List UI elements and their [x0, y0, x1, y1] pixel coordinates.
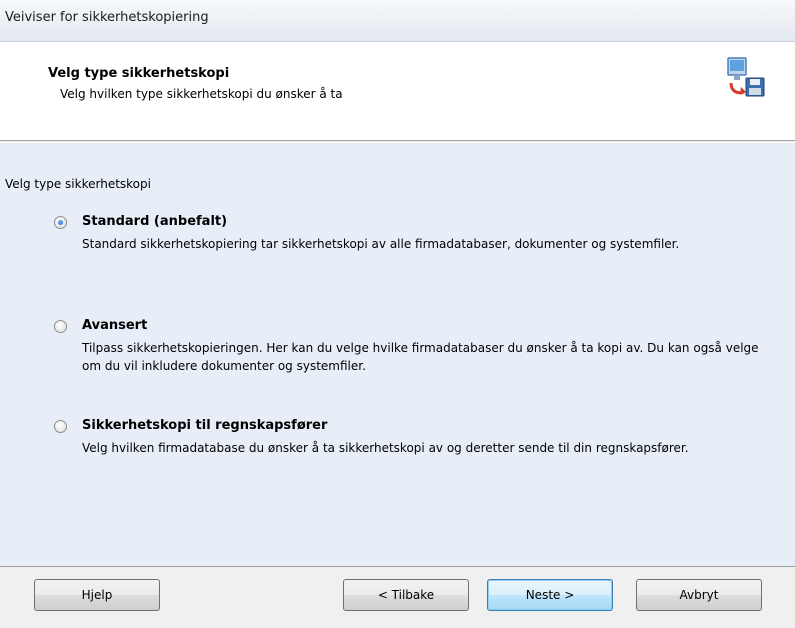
option-regnskapsforer-label[interactable]: Sikkerhetskopi til regnskapsfører: [82, 418, 327, 433]
page-subtitle: Velg hvilken type sikkerhetskopi du ønsk…: [60, 87, 343, 101]
next-button[interactable]: Neste >: [487, 579, 613, 611]
option-standard-label[interactable]: Standard (anbefalt): [82, 214, 227, 229]
option-regnskapsforer-description: Velg hvilken firmadatabase du ønsker å t…: [82, 441, 689, 455]
backup-wizard-window: Veiviser for sikkerhetskopiering Velg ty…: [0, 0, 795, 628]
title-bar: Veiviser for sikkerhetskopiering: [0, 0, 795, 42]
window-title: Veiviser for sikkerhetskopiering: [5, 10, 209, 25]
wizard-footer: Hjelp < Tilbake Neste > Avbryt: [0, 567, 795, 628]
wizard-body: Velg type sikkerhetskopi Standard (anbef…: [0, 142, 795, 567]
option-standard-description: Standard sikkerhetskopiering tar sikkerh…: [82, 237, 680, 251]
backup-wizard-icon: [727, 57, 765, 97]
radio-standard[interactable]: [54, 216, 67, 229]
option-avansert-description: Tilpass sikkerhetskopieringen. Her kan d…: [82, 341, 759, 373]
group-label: Velg type sikkerhetskopi: [5, 177, 151, 191]
help-button[interactable]: Hjelp: [34, 579, 160, 611]
cancel-button[interactable]: Avbryt: [636, 579, 762, 611]
radio-avansert[interactable]: [54, 320, 67, 333]
option-avansert-label[interactable]: Avansert: [82, 318, 147, 333]
back-button[interactable]: < Tilbake: [343, 579, 469, 611]
page-title: Velg type sikkerhetskopi: [48, 66, 230, 81]
wizard-header: Velg type sikkerhetskopi Velg hvilken ty…: [0, 42, 795, 141]
radio-regnskapsforer[interactable]: [54, 420, 67, 433]
